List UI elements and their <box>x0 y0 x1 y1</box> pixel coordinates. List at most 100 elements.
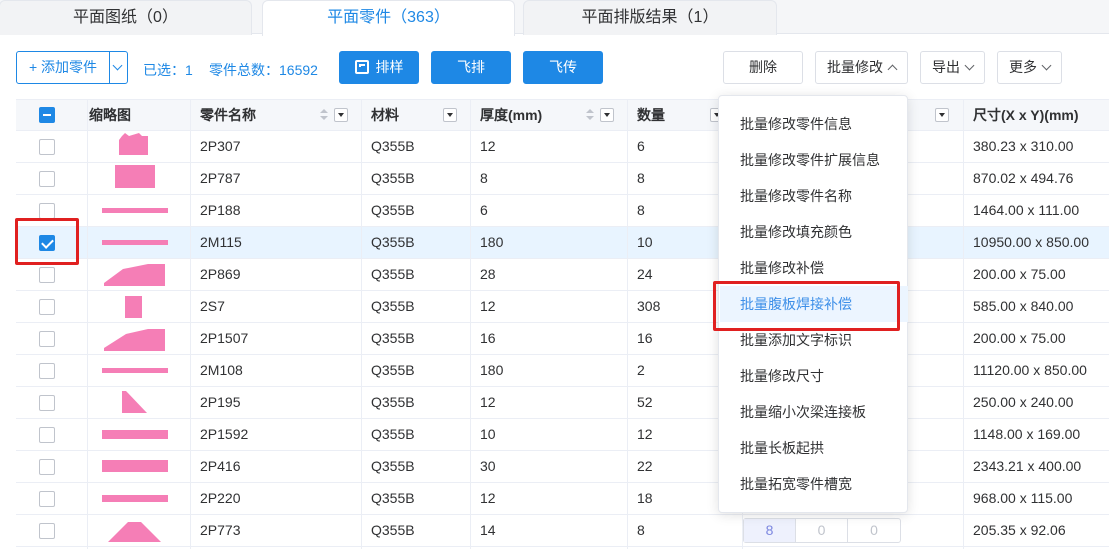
menu-item-widen-slot[interactable]: 批量拓宽零件槽宽 <box>720 466 908 502</box>
table-row[interactable]: 2S7 Q355B 12 308 585.00 x 840.00 <box>16 291 1109 323</box>
menu-item-shrink-connection-plate[interactable]: 批量缩小次梁连接板 <box>720 394 908 430</box>
table-row[interactable]: 2P869 Q355B 28 24 200.00 x 75.00 <box>16 259 1109 291</box>
size-cell: 11120.00 x 850.00 <box>973 362 1087 378</box>
table-row[interactable]: 2P416 Q355B 30 22 2343.21 x 400.00 <box>16 451 1109 483</box>
thickness-cell: 16 <box>471 323 628 354</box>
count-value[interactable]: 8 <box>744 519 796 542</box>
material-cell: Q355B <box>362 355 471 386</box>
thickness-cell: 12 <box>471 483 628 514</box>
header-part-name[interactable]: 零件名称 <box>191 100 362 131</box>
part-thumbnail <box>102 495 168 502</box>
select-all-checkbox[interactable] <box>39 107 55 123</box>
row-checkbox[interactable] <box>39 267 55 283</box>
table-row[interactable]: 2P787 Q355B 8 8 870.02 x 494.76 <box>16 163 1109 195</box>
row-checkbox[interactable] <box>39 523 55 539</box>
material-cell: Q355B <box>362 387 471 418</box>
header-part-name-label: 零件名称 <box>200 107 256 123</box>
size-cell: 1148.00 x 169.00 <box>973 426 1081 442</box>
nest-button[interactable]: 排样 <box>339 51 419 84</box>
part-name-cell: 2M115 <box>191 227 362 258</box>
thumbnail-cell <box>88 323 191 354</box>
row-checkbox[interactable] <box>39 171 55 187</box>
row-checkbox[interactable] <box>39 491 55 507</box>
filter-icon[interactable] <box>443 108 457 122</box>
material-cell: Q355B <box>362 451 471 482</box>
menu-item-edit-extended-info[interactable]: 批量修改零件扩展信息 <box>720 142 908 178</box>
thumbnail-cell <box>88 515 191 546</box>
table-header: 缩略图 零件名称 材料 厚度(mm) 数量 尺寸(X x Y)(mm) <box>16 99 1109 131</box>
sort-icon[interactable] <box>586 109 594 121</box>
part-name-cell: 2P1592 <box>191 419 362 450</box>
table-row[interactable]: 2P773 Q355B 14 8 8 0 0 205.35 x 92.06 <box>16 515 1109 547</box>
sort-icon[interactable] <box>320 109 328 121</box>
menu-item-long-plate-camber[interactable]: 批量长板起拱 <box>720 430 908 466</box>
filter-icon[interactable] <box>935 108 949 122</box>
thickness-cell: 12 <box>471 131 628 162</box>
table-row[interactable]: 2P307 Q355B 12 6 380.23 x 310.00 <box>16 131 1109 163</box>
header-material[interactable]: 材料 <box>362 100 471 131</box>
add-part-dropdown[interactable] <box>109 52 127 83</box>
header-select-cell <box>16 100 88 131</box>
table-row-selected[interactable]: 2M115 Q355B 180 10 10950.00 x 850.00 <box>16 227 1109 259</box>
tab-drawings[interactable]: 平面图纸（0） <box>0 0 252 35</box>
table-row[interactable]: 2P1592 Q355B 10 12 1148.00 x 169.00 <box>16 419 1109 451</box>
thickness-cell: 14 <box>471 515 628 546</box>
batch-edit-button[interactable]: 批量修改 <box>815 51 908 84</box>
thickness-cell: 8 <box>471 163 628 194</box>
table-row[interactable]: 2M108 Q355B 180 2 11120.00 x 850.00 <box>16 355 1109 387</box>
row-checkbox[interactable] <box>39 139 55 155</box>
thickness-cell: 10 <box>471 419 628 450</box>
thumbnail-cell <box>88 387 191 418</box>
part-name-cell: 2P195 <box>191 387 362 418</box>
part-thumbnail <box>102 460 168 472</box>
batch-edit-label: 批量修改 <box>827 59 883 75</box>
table-row[interactable]: 2P1507 Q355B 16 16 200.00 x 75.00 <box>16 323 1109 355</box>
row-checkbox[interactable] <box>39 427 55 443</box>
part-name-cell: 2P1507 <box>191 323 362 354</box>
fly-upload-button[interactable]: 飞传 <box>523 51 603 84</box>
row-checkbox[interactable] <box>39 299 55 315</box>
header-thickness-label: 厚度(mm) <box>480 107 543 123</box>
menu-item-edit-part-name[interactable]: 批量修改零件名称 <box>720 178 908 214</box>
part-thumbnail <box>119 133 148 155</box>
add-part-button[interactable]: + 添加零件 <box>17 52 109 83</box>
part-name-cell: 2P869 <box>191 259 362 290</box>
size-cell: 10950.00 x 850.00 <box>973 234 1089 250</box>
thumbnail-cell <box>88 227 191 258</box>
more-button[interactable]: 更多 <box>997 51 1062 84</box>
selected-count: 已选：1 <box>143 62 193 78</box>
count-value[interactable]: 0 <box>796 519 848 542</box>
tab-parts[interactable]: 平面零件（363） <box>262 0 515 36</box>
row-checkbox[interactable] <box>39 395 55 411</box>
total-count: 零件总数：16592 <box>209 62 318 78</box>
filter-icon[interactable] <box>334 108 348 122</box>
table-row[interactable]: 2P195 Q355B 12 52 250.00 x 240.00 <box>16 387 1109 419</box>
material-cell: Q355B <box>362 483 471 514</box>
table-row[interactable]: 2P220 Q355B 12 18 968.00 x 115.00 <box>16 483 1109 515</box>
header-material-label: 材料 <box>371 107 399 123</box>
filter-icon[interactable] <box>600 108 614 122</box>
size-cell: 870.02 x 494.76 <box>973 170 1074 186</box>
tab-nesting-results[interactable]: 平面排版结果（1） <box>523 0 777 35</box>
table-row[interactable]: 2P188 Q355B 6 8 1464.00 x 111.00 <box>16 195 1109 227</box>
row-checkbox[interactable] <box>39 363 55 379</box>
header-thickness[interactable]: 厚度(mm) <box>471 100 628 131</box>
delete-button[interactable]: 删除 <box>723 51 803 84</box>
menu-item-edit-fill-color[interactable]: 批量修改填充颜色 <box>720 214 908 250</box>
menu-item-edit-size[interactable]: 批量修改尺寸 <box>720 358 908 394</box>
size-cell: 200.00 x 75.00 <box>973 266 1066 282</box>
fly-nest-button[interactable]: 飞排 <box>431 51 511 84</box>
row-checkbox[interactable] <box>39 203 55 219</box>
menu-item-edit-part-info[interactable]: 批量修改零件信息 <box>720 106 908 142</box>
material-cell: Q355B <box>362 259 471 290</box>
row-checkbox[interactable] <box>39 331 55 347</box>
row-checkbox[interactable] <box>39 459 55 475</box>
quantity-cell: 8 <box>628 515 743 546</box>
material-cell: Q355B <box>362 419 471 450</box>
count-value[interactable]: 0 <box>848 519 900 542</box>
export-button[interactable]: 导出 <box>920 51 985 84</box>
size-cell: 380.23 x 310.00 <box>973 138 1074 154</box>
count-stepper-cell: 8 0 0 <box>743 515 964 546</box>
material-cell: Q355B <box>362 227 471 258</box>
thumbnail-cell <box>88 483 191 514</box>
